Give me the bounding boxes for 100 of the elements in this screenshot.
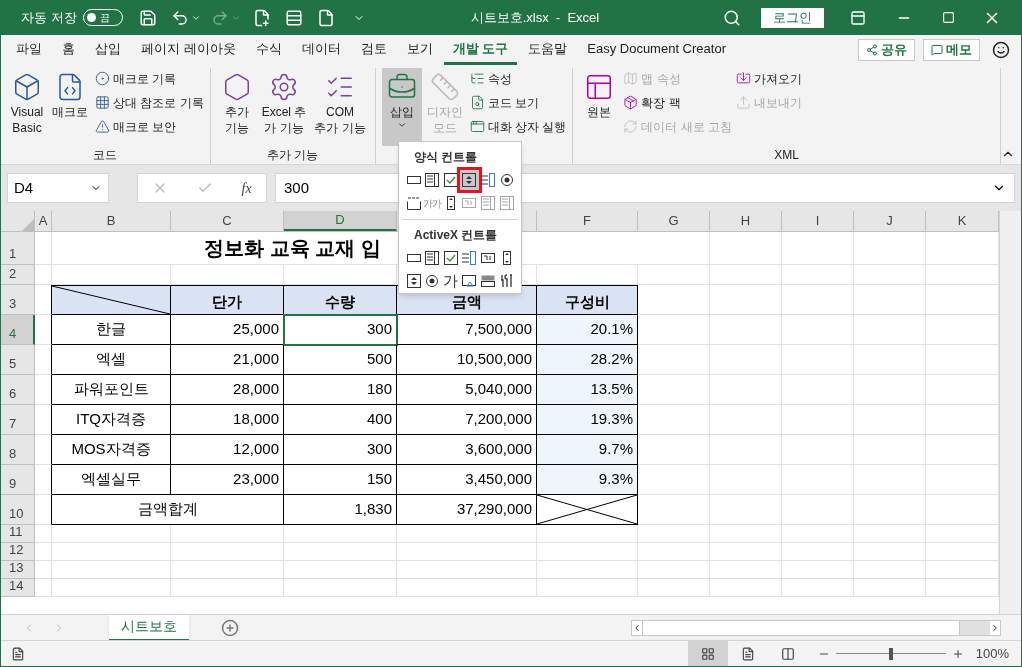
menu-tab[interactable]: 페이지 레이아웃 bbox=[132, 35, 245, 65]
control-tool-button[interactable] bbox=[422, 248, 442, 268]
scroll-right-icon[interactable] bbox=[990, 622, 1000, 633]
ribbon-item[interactable]: 확장 팩 bbox=[623, 92, 733, 113]
ribbon-item[interactable]: 대화 상자 실행 bbox=[469, 116, 567, 137]
maximize-icon[interactable] bbox=[942, 11, 955, 24]
normal-view-button[interactable] bbox=[687, 641, 728, 666]
table-cell: 금액합계 bbox=[52, 495, 284, 525]
vertical-scrollbar[interactable] bbox=[999, 211, 1021, 614]
empty-cell bbox=[35, 315, 52, 345]
new-file-icon[interactable] bbox=[252, 8, 271, 27]
save-icon[interactable] bbox=[138, 8, 157, 27]
login-button[interactable]: 로그인 bbox=[761, 7, 824, 28]
empty-cell bbox=[638, 579, 710, 597]
ribbon-button[interactable]: 원본 bbox=[579, 68, 620, 146]
control-tool-button[interactable] bbox=[422, 170, 442, 190]
page-icon[interactable] bbox=[316, 8, 335, 27]
control-tool-button[interactable] bbox=[460, 170, 479, 190]
row-header[interactable]: 4 bbox=[1, 315, 35, 345]
empty-cell bbox=[782, 525, 854, 543]
menu-tab[interactable]: 홈 bbox=[53, 35, 84, 65]
menu-tab[interactable]: 개발 도구 bbox=[443, 35, 518, 65]
zoom-slider[interactable] bbox=[835, 647, 946, 660]
ribbon-button[interactable]: 매크로 bbox=[49, 68, 91, 146]
empty-cell bbox=[782, 579, 854, 597]
row-header[interactable]: 1 bbox=[1, 232, 35, 265]
empty-cell bbox=[638, 525, 710, 543]
menu-tab[interactable]: 도움말 bbox=[519, 35, 577, 65]
row-header[interactable]: 11 bbox=[1, 525, 35, 543]
search-icon[interactable] bbox=[723, 8, 741, 27]
empty-cell bbox=[35, 435, 52, 465]
name-box[interactable]: D4 bbox=[7, 173, 109, 203]
ribbon-item[interactable]: 매크로 보안 bbox=[95, 116, 204, 137]
window-title: 시트보호.xlsx - Excel bbox=[470, 8, 600, 27]
column-header[interactable]: F bbox=[537, 211, 638, 231]
sheet-tab[interactable]: 시트보호 bbox=[109, 614, 189, 641]
table-cell: 500 bbox=[284, 345, 397, 375]
row-header[interactable]: 13 bbox=[1, 561, 35, 579]
view-code-icon bbox=[469, 95, 485, 110]
row-header[interactable]: 8 bbox=[1, 435, 35, 465]
image-tool-icon bbox=[461, 273, 478, 289]
scroll-thumb[interactable] bbox=[642, 620, 960, 635]
textfield-tool-icon bbox=[461, 195, 478, 211]
ribbon-item[interactable]: 매크로 기록 bbox=[95, 68, 204, 89]
column-header[interactable]: G bbox=[638, 211, 710, 231]
empty-cell bbox=[782, 285, 854, 315]
column-header[interactable]: A bbox=[35, 211, 52, 231]
empty-cell bbox=[854, 375, 926, 405]
combolist-tool-icon bbox=[480, 195, 497, 211]
row-header[interactable]: 12 bbox=[1, 543, 35, 561]
row-header[interactable]: 9 bbox=[1, 465, 35, 495]
row-header[interactable]: 6 bbox=[1, 375, 35, 405]
menu-tab[interactable]: Easy Document Creator bbox=[578, 35, 735, 65]
zoom-in-icon[interactable] bbox=[951, 647, 964, 660]
ribbon-button[interactable]: Visual Basic bbox=[7, 68, 47, 146]
ribbon-button[interactable]: 삽입 bbox=[381, 68, 422, 146]
menu-tab[interactable]: 보기 bbox=[397, 35, 442, 65]
row-header[interactable]: 14 bbox=[1, 579, 35, 597]
row-header[interactable]: 5 bbox=[1, 345, 35, 375]
insert-function-button[interactable]: fx bbox=[241, 177, 252, 199]
horizontal-scrollbar[interactable] bbox=[631, 619, 1001, 636]
column-header[interactable]: I bbox=[782, 211, 854, 231]
menu-tab[interactable]: 검토 bbox=[351, 35, 396, 65]
column-header[interactable]: H bbox=[710, 211, 782, 231]
column-header[interactable]: D bbox=[284, 211, 397, 231]
empty-cell bbox=[854, 285, 926, 315]
menu-tab[interactable]: 삽입 bbox=[86, 35, 130, 65]
form-icon[interactable] bbox=[284, 8, 303, 27]
empty-cell bbox=[710, 315, 782, 345]
import-icon bbox=[736, 71, 752, 86]
row-header[interactable]: 10 bbox=[1, 495, 35, 525]
column-header[interactable]: J bbox=[854, 211, 926, 231]
ribbon-button[interactable]: 추가 기능 bbox=[216, 68, 257, 146]
ribbon-button[interactable]: COM 추가 기능 bbox=[311, 68, 369, 146]
table-cell: 23,000 bbox=[171, 465, 284, 495]
empty-cell bbox=[710, 435, 782, 465]
menu-tab[interactable]: 파일 bbox=[7, 35, 51, 65]
ribbon-item[interactable]: 가져오기 bbox=[736, 68, 803, 89]
row-header[interactable]: 7 bbox=[1, 405, 35, 435]
ribbon-button[interactable]: Excel 추 가 기능 bbox=[258, 68, 310, 146]
add-sheet-icon[interactable] bbox=[221, 618, 239, 637]
menu-section-title: 양식 컨트롤 bbox=[413, 149, 479, 166]
row-header[interactable]: 3 bbox=[1, 285, 35, 315]
smiley-icon[interactable] bbox=[992, 41, 1010, 59]
undo-icon[interactable] bbox=[170, 8, 189, 27]
grid-icon bbox=[700, 646, 715, 661]
row-header[interactable]: 2 bbox=[1, 265, 35, 285]
menu-tab[interactable]: 수식 bbox=[246, 35, 291, 65]
menu-tab[interactable]: 데이터 bbox=[292, 35, 350, 65]
ribbon-item[interactable]: 상대 참조로 기록 bbox=[95, 92, 204, 113]
scroll-left-icon[interactable] bbox=[632, 622, 642, 633]
memo-button[interactable]: 메모 bbox=[923, 39, 980, 61]
column-header[interactable]: B bbox=[52, 211, 171, 231]
control-tool-button[interactable] bbox=[404, 271, 423, 291]
table-cell: 파워포인트 bbox=[52, 375, 171, 405]
ribbon-item[interactable]: 코드 보기 bbox=[469, 92, 567, 113]
ribbon-item[interactable]: 속성 bbox=[469, 68, 567, 89]
control-tool-button[interactable] bbox=[441, 248, 461, 268]
ribbon-display-icon[interactable] bbox=[850, 9, 866, 26]
share-button[interactable]: 공유 bbox=[858, 39, 915, 61]
